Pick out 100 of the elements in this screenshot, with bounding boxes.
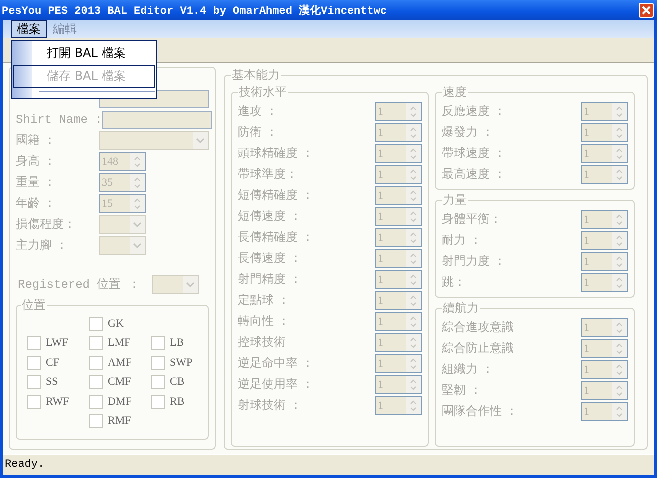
field-label: 頭球精確度 ： [238,145,314,162]
field-label: 逆足使用率 ： [238,376,314,393]
number-field[interactable]: 1 [375,102,422,121]
field-label: 重量 ： [16,174,56,191]
checkbox[interactable]: RB [151,392,201,412]
spinner-arrows-icon [616,256,623,268]
spinner-arrows-icon [410,252,417,264]
number-field[interactable]: 1 [375,270,422,289]
spinner-arrows-icon [410,126,417,138]
field-label: 射門精度 ： [238,271,302,288]
number-field[interactable]: 1 [375,123,422,142]
close-icon [642,6,651,14]
window-title: PesYou PES 2013 BAL Editor V1.4 by OmarAhmed 漢化Vincenttwc [2,4,388,18]
menu-item[interactable]: 打開 BAL 檔案 [13,42,155,65]
number-field[interactable]: 1 [581,231,628,250]
number-field[interactable]: 15 [99,194,146,213]
checkbox[interactable]: RMF [89,412,151,431]
field-label: 組織力 ： [442,361,494,378]
number-field[interactable]: 1 [581,210,628,229]
field-label: 身體平衡： [442,211,502,228]
spinner-arrows-icon [616,168,623,180]
checkbox[interactable]: DMF [89,392,151,412]
number-field[interactable]: 1 [375,228,422,247]
field-label: 綜合進攻意識 [442,319,514,336]
spinner-arrows-icon [410,274,417,286]
spinner-arrows-icon [410,336,417,348]
caret-icon [133,242,142,248]
number-field[interactable]: 1 [375,312,422,331]
field-label: 進攻 ： [238,103,278,120]
number-field[interactable]: 1 [581,318,628,337]
dropdown-field[interactable] [99,215,146,234]
checkbox[interactable]: SS [27,372,89,392]
number-field[interactable]: 1 [581,402,628,421]
number-field[interactable]: 1 [581,144,628,163]
checkbox[interactable]: LB [151,334,201,353]
field-label: 團隊合作性 ： [442,403,518,420]
field-label: 長傳速度 ： [238,250,302,267]
spinner-arrows-icon [616,234,623,246]
number-field[interactable]: 1 [375,249,422,268]
spinner-arrows-icon [410,168,417,180]
menu-item[interactable]: 檔案 [11,20,47,38]
caret-icon [196,138,205,144]
number-field[interactable]: 1 [375,207,422,226]
field-label: 短傳精確度 ： [238,187,314,204]
checkbox[interactable]: RWF [27,392,89,412]
spinner-arrows-icon [410,378,417,390]
number-field[interactable]: 1 [581,273,628,292]
number-field[interactable]: 1 [375,354,422,373]
checkbox[interactable]: AMF [89,353,151,372]
checkbox[interactable]: LMF [89,334,151,353]
checkbox[interactable]: CF [27,353,89,372]
number-field[interactable]: 1 [375,396,422,415]
number-field[interactable]: 1 [581,339,628,358]
number-field[interactable]: 1 [581,102,628,121]
group-title: 技術水平 [238,84,288,101]
dropdown-field[interactable] [152,275,200,294]
checkbox[interactable]: GK [89,314,151,334]
number-field[interactable]: 1 [375,375,422,394]
spinner-arrows-icon [410,232,417,244]
spinner-arrows-icon [410,358,417,370]
number-field[interactable]: 1 [375,186,422,205]
field-label: 長傳精確度 ： [238,229,314,246]
number-field[interactable]: 1 [375,165,422,184]
number-field[interactable]: 1 [375,144,422,163]
group-title: 基本能力 [231,67,281,84]
field-label: 射門力度 ： [442,253,506,270]
number-field[interactable]: 1 [375,333,422,352]
number-field[interactable]: 1 [581,252,628,271]
number-field[interactable]: 1 [581,360,628,379]
spinner-arrows-icon [134,198,141,210]
number-field[interactable]: 1 [581,165,628,184]
checkbox[interactable]: CB [151,372,201,392]
field-label: 最高速度 ： [442,166,506,183]
number-field[interactable]: 1 [581,381,628,400]
field-label: 主力腳 ： [16,237,68,254]
dropdown-field[interactable] [99,236,146,255]
number-field[interactable]: 1 [375,291,422,310]
field-label: 損傷程度： [16,216,76,233]
caret-icon [186,282,196,288]
field-label: 綜合防止意識 [442,340,514,357]
checkbox[interactable]: SWP [151,353,201,372]
checkbox[interactable]: CMF [89,372,151,392]
spinner-arrows-icon [616,406,623,418]
spinner-arrows-icon [410,316,417,328]
field-label: 控球技術 [238,334,286,351]
field-label: 帶球準度： [238,166,298,183]
number-field[interactable]: 148 [99,152,146,171]
spinner-arrows-icon [616,322,623,334]
field-label: Shirt Name : [16,112,102,126]
dropdown-field[interactable] [99,131,209,150]
number-field[interactable]: 35 [99,173,146,192]
spinner-arrows-icon [134,176,141,188]
group-title: 位置 [21,297,47,314]
field-label: 耐力 ： [442,232,482,249]
spinner-arrows-icon [134,156,141,168]
field-label: 國籍 ： [16,132,56,149]
checkbox[interactable]: LWF [27,334,89,353]
close-button[interactable] [639,2,654,18]
spinner-arrows-icon [616,214,623,226]
number-field[interactable]: 1 [581,123,628,142]
